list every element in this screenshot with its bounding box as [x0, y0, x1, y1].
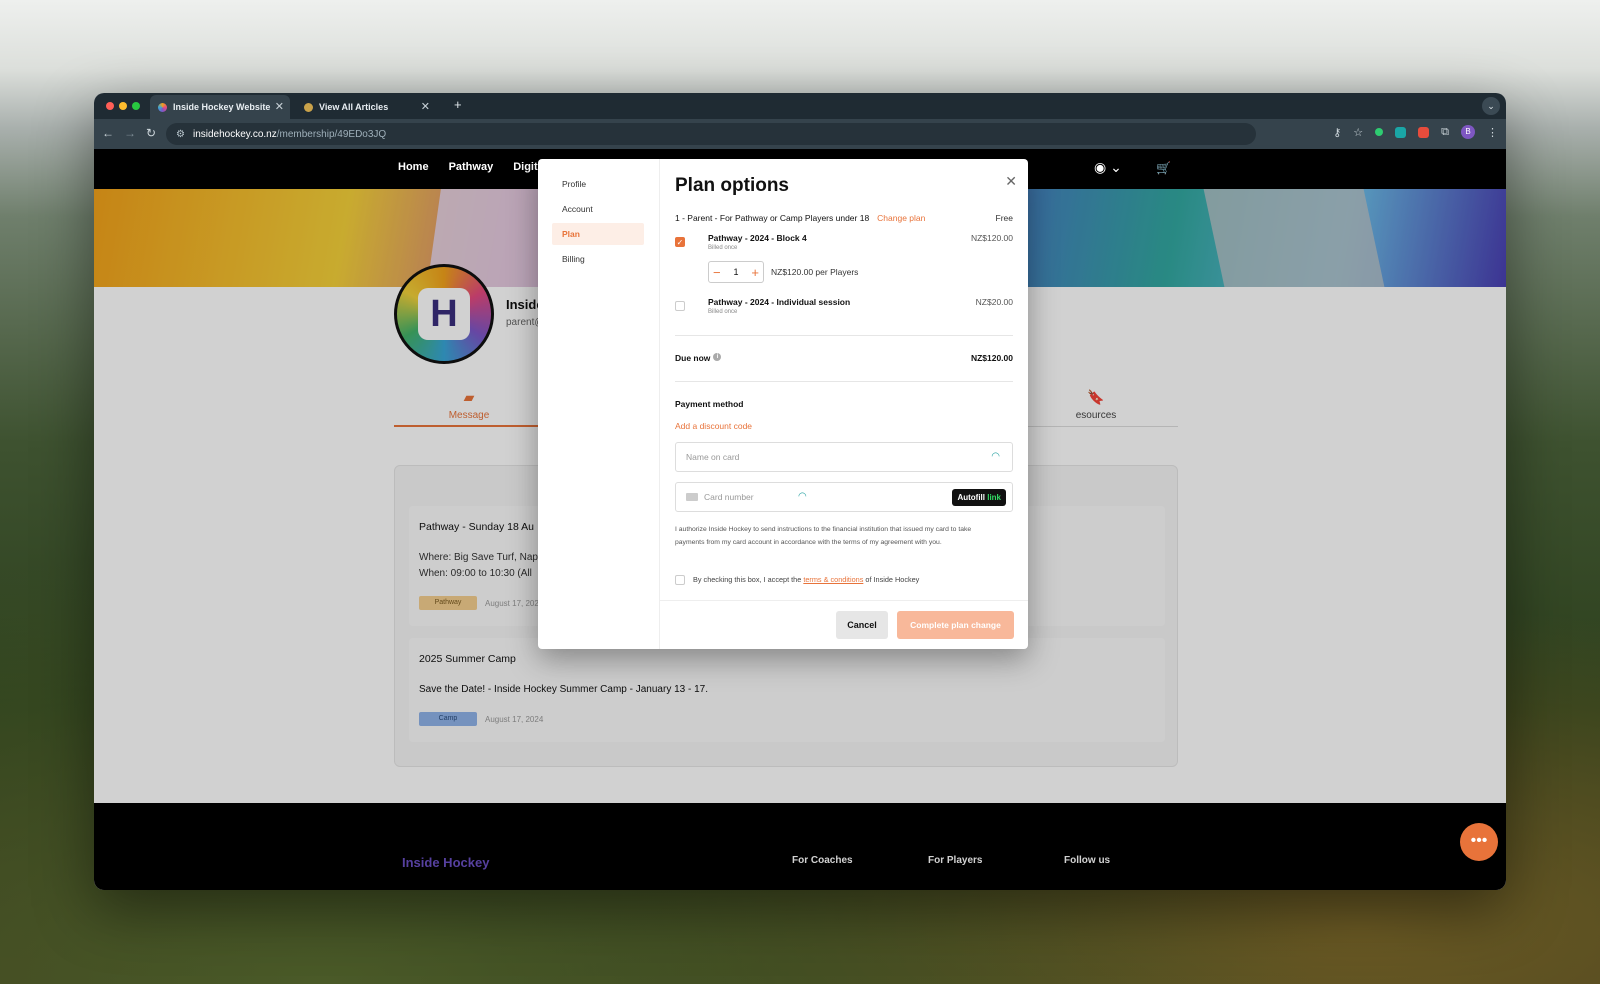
- option-individual: Pathway - 2024 - Individual session Bill…: [675, 295, 1013, 325]
- divider: [675, 335, 1013, 336]
- name-on-card-field[interactable]: Name on card ◠: [675, 442, 1013, 472]
- credit-card-icon: [686, 493, 698, 501]
- autofill-label: Autofill: [957, 493, 985, 502]
- card-number-field[interactable]: Card number ◠ Autofill link: [675, 482, 1013, 512]
- loading-spinner-icon: ◠: [798, 491, 807, 502]
- plan-price: Free: [995, 213, 1013, 223]
- zoom-window-button[interactable]: [132, 102, 140, 110]
- terms-link[interactable]: terms & conditions: [803, 575, 863, 584]
- payment-method-heading: Payment method: [675, 399, 744, 409]
- chat-widget-button[interactable]: •••: [1460, 823, 1498, 861]
- browser-window: Inside Hockey Website ✕ View All Article…: [94, 93, 1506, 890]
- reload-icon[interactable]: ↻: [146, 126, 156, 140]
- bookmark-star-icon[interactable]: ☆: [1353, 126, 1363, 139]
- sidebar-item-billing[interactable]: Billing: [552, 248, 644, 270]
- option-billing: Billed once: [708, 309, 738, 315]
- divider: [675, 381, 1013, 382]
- quantity-stepper[interactable]: − 1 +: [708, 261, 764, 283]
- new-tab-icon[interactable]: +: [454, 97, 462, 112]
- minimize-window-button[interactable]: [119, 102, 127, 110]
- quantity-value[interactable]: 1: [733, 267, 738, 277]
- url-path: /membership/49EDo3JQ: [276, 128, 387, 140]
- tab-inside-hockey[interactable]: Inside Hockey Website ✕: [150, 95, 290, 119]
- tab-title: Inside Hockey Website: [173, 102, 271, 112]
- plus-icon[interactable]: +: [751, 265, 759, 280]
- url-host: insidehockey.co.nz: [192, 128, 277, 140]
- extension-teal-icon[interactable]: [1395, 126, 1407, 138]
- extensions-puzzle-icon[interactable]: ⧉: [1441, 126, 1449, 139]
- option-name: Pathway - 2024 - Individual session: [708, 297, 851, 307]
- option-price: NZ$120.00: [970, 233, 1013, 243]
- cart-icon[interactable]: 🛒: [1156, 161, 1171, 175]
- modal-content: Plan options ✕ 1 - Parent - For Pathway …: [675, 159, 1017, 649]
- sidebar-item-profile[interactable]: Profile: [552, 173, 644, 195]
- due-label: Due now: [675, 353, 711, 363]
- articles-favicon-icon: [304, 102, 313, 112]
- info-icon[interactable]: i: [713, 353, 722, 361]
- option-billing: Billed once: [708, 245, 738, 251]
- sidebar-item-account[interactable]: Account: [552, 198, 644, 220]
- option-checkbox[interactable]: ✓: [675, 237, 685, 247]
- browser-profile-avatar[interactable]: B: [1461, 125, 1475, 139]
- nav-pathway[interactable]: Pathway: [449, 161, 494, 173]
- terms-checkbox[interactable]: [675, 575, 685, 585]
- browser-menu-icon[interactable]: ⋮: [1487, 126, 1498, 139]
- account-avatar-icon[interactable]: ◉ ⌄: [1094, 159, 1122, 176]
- option-checkbox[interactable]: [675, 301, 685, 311]
- name-on-card-placeholder: Name on card: [686, 452, 740, 462]
- loading-spinner-icon: ◠: [991, 451, 1000, 462]
- extension-red-icon[interactable]: [1418, 126, 1430, 138]
- address-bar[interactable]: ⚙ insidehockey.co.nz/membership/49EDo3JQ: [166, 123, 1256, 145]
- link-brand: link: [987, 493, 1001, 502]
- cancel-button[interactable]: Cancel: [836, 611, 888, 639]
- extension-green-icon[interactable]: [1375, 128, 1384, 136]
- back-arrow-icon[interactable]: ←: [102, 126, 114, 140]
- site-favicon-icon: [158, 102, 167, 112]
- forward-arrow-icon[interactable]: →: [124, 126, 136, 140]
- tab-strip: Inside Hockey Website ✕ View All Article…: [94, 93, 1506, 119]
- minus-icon[interactable]: −: [713, 265, 721, 280]
- terms-text-end: of Inside Hockey: [863, 575, 920, 584]
- site-settings-icon[interactable]: ⚙: [176, 129, 185, 140]
- modal-sidebar: Profile Account Plan Billing: [538, 159, 660, 649]
- plan-label: 1 - Parent - For Pathway or Camp Players…: [675, 213, 870, 223]
- discount-code-link[interactable]: Add a discount code: [675, 421, 752, 431]
- tab-view-all-articles[interactable]: View All Articles ✕: [296, 95, 436, 119]
- close-window-button[interactable]: [106, 102, 114, 110]
- authorization-text: I authorize Inside Hockey to send instru…: [675, 526, 972, 546]
- due-now-row: Due now i NZ$120.00: [675, 353, 1013, 363]
- password-key-icon[interactable]: ⚷: [1333, 126, 1341, 139]
- tab-search-chevron-icon[interactable]: ⌄: [1482, 97, 1500, 115]
- modal-title: Plan options: [675, 175, 789, 196]
- tab-title: View All Articles: [319, 102, 389, 112]
- card-number-placeholder: Card number: [704, 492, 754, 502]
- close-tab-icon[interactable]: ✕: [275, 100, 284, 113]
- per-player-price: NZ$120.00 per Players: [771, 267, 859, 277]
- option-price: NZ$20.00: [975, 297, 1013, 307]
- terms-text: By checking this box, I accept the: [693, 575, 804, 584]
- close-icon[interactable]: ✕: [1005, 173, 1017, 190]
- browser-toolbar: ← → ↻ ⚙ insidehockey.co.nz/membership/49…: [94, 119, 1506, 149]
- autofill-link-button[interactable]: Autofill link: [952, 489, 1006, 506]
- option-name: Pathway - 2024 - Block 4: [708, 233, 807, 243]
- nav-home[interactable]: Home: [398, 161, 429, 173]
- plan-options-modal: Profile Account Plan Billing Plan option…: [538, 159, 1028, 649]
- web-page: Home Pathway Digital ◉ ⌄ 🛒 H Inside pare…: [94, 149, 1506, 890]
- toolbar-icons: ⚷ ☆ ⧉ B ⋮: [1333, 125, 1498, 139]
- sidebar-item-plan[interactable]: Plan: [552, 223, 644, 245]
- complete-plan-change-button[interactable]: Complete plan change: [897, 611, 1014, 639]
- close-tab-icon[interactable]: ✕: [421, 100, 430, 113]
- change-plan-link[interactable]: Change plan: [877, 213, 925, 223]
- modal-footer-divider: [660, 600, 1028, 601]
- current-plan-row: 1 - Parent - For Pathway or Camp Players…: [675, 213, 1013, 223]
- due-amount: NZ$120.00: [970, 353, 1013, 363]
